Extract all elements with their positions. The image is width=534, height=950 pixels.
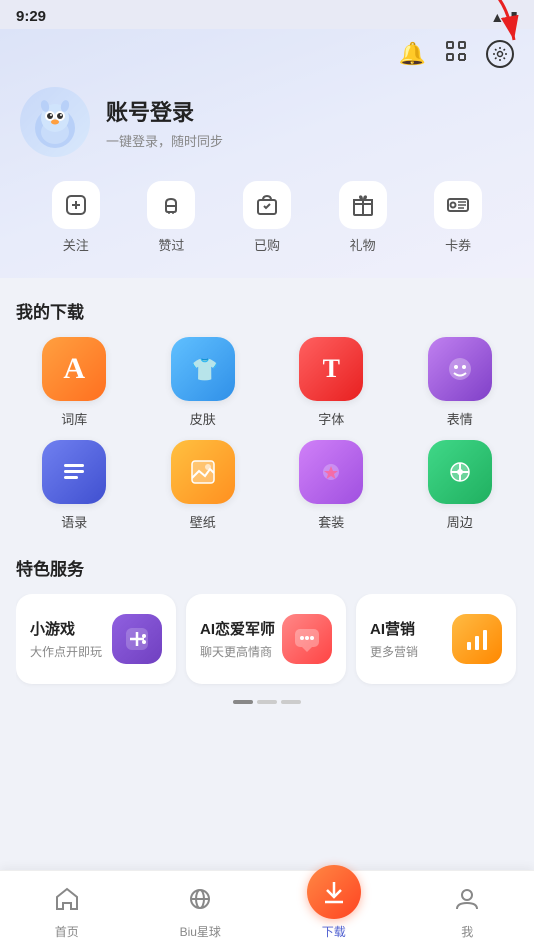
- download-center-icon: [307, 865, 361, 919]
- service-ai-love-title: AI恋爱军师: [200, 618, 275, 639]
- service-ai-marketing-text: AI营销 更多营销: [370, 618, 418, 660]
- header-actions: 🔔: [20, 39, 514, 69]
- nav-download[interactable]: 下载: [267, 881, 401, 940]
- downloads-grid: A 词库 👕 皮肤 T 字体: [16, 337, 518, 531]
- grid-item-zhoubian[interactable]: 周边: [402, 440, 519, 531]
- home-icon: [54, 886, 80, 919]
- profile-name: 账号登录: [106, 95, 223, 127]
- services-section: 特色服务 小游戏 大作点开即玩: [16, 555, 518, 704]
- taozhuang-icon: [299, 440, 363, 504]
- service-ai-love-text: AI恋爱军师 聊天更高情商: [200, 618, 275, 660]
- action-gift[interactable]: 礼物: [339, 181, 387, 254]
- grid-item-taozhuang[interactable]: 套装: [273, 440, 390, 531]
- service-ai-love[interactable]: AI恋爱军师 聊天更高情商: [186, 594, 346, 684]
- grid-item-pifu[interactable]: 👕 皮肤: [145, 337, 262, 428]
- yulu-label: 语录: [61, 512, 87, 531]
- grid-item-biaoqing[interactable]: 表情: [402, 337, 519, 428]
- header: 🔔: [0, 29, 534, 278]
- services-title: 特色服务: [16, 555, 518, 580]
- settings-icon[interactable]: [486, 40, 514, 68]
- biaoqing-icon: [428, 337, 492, 401]
- nav-biu-label: Biu星球: [180, 923, 221, 940]
- bizhi-label: 壁纸: [190, 512, 216, 531]
- scroll-dot-2: [257, 700, 277, 704]
- follow-icon-box: [52, 181, 100, 229]
- status-icons: ▲ ▮: [490, 8, 518, 25]
- service-game-sub: 大作点开即玩: [30, 643, 102, 660]
- bottom-nav: 首页 Biu星球 下载 我: [0, 870, 534, 950]
- taozhuang-label: 套装: [318, 512, 344, 531]
- pifu-label: 皮肤: [190, 409, 216, 428]
- biaoqing-label: 表情: [447, 409, 473, 428]
- nav-biu[interactable]: Biu星球: [134, 882, 268, 940]
- yulu-icon: [42, 440, 106, 504]
- service-ai-marketing[interactable]: AI营销 更多营销: [356, 594, 516, 684]
- scroll-dot-3: [281, 700, 301, 704]
- notification-icon[interactable]: 🔔: [399, 41, 426, 67]
- zhoubian-icon: [428, 440, 492, 504]
- service-ai-marketing-title: AI营销: [370, 618, 418, 639]
- ciku-label: 词库: [61, 409, 87, 428]
- downloads-title: 我的下载: [16, 298, 518, 323]
- biu-icon: [187, 886, 213, 919]
- service-game-text: 小游戏 大作点开即玩: [30, 618, 102, 660]
- avatar[interactable]: [20, 87, 90, 157]
- status-bar: 9:29 ▲ ▮: [0, 0, 534, 29]
- action-liked-label: 赞过: [158, 235, 184, 254]
- action-coupon-label: 卡券: [445, 235, 471, 254]
- scroll-dot-1: [233, 700, 253, 704]
- nav-home-label: 首页: [55, 923, 79, 940]
- services-row[interactable]: 小游戏 大作点开即玩 AI恋爱军师 聊天更高情商: [16, 594, 518, 692]
- pifu-icon: 👕: [171, 337, 235, 401]
- actions-row: 关注 赞过 已购: [20, 181, 514, 254]
- grid-item-yulu[interactable]: 语录: [16, 440, 133, 531]
- ziti-icon: T: [299, 337, 363, 401]
- action-purchased[interactable]: 已购: [243, 181, 291, 254]
- ziti-label: 字体: [318, 409, 344, 428]
- svg-text:👕: 👕: [191, 357, 218, 382]
- action-gift-label: 礼物: [350, 235, 376, 254]
- liked-icon-box: [147, 181, 195, 229]
- profile-icon: [454, 886, 480, 919]
- zhoubian-label: 周边: [447, 512, 473, 531]
- action-follow[interactable]: 关注: [52, 181, 100, 254]
- downloads-section: 我的下载 A 词库 👕 皮肤 T 字体: [16, 298, 518, 531]
- nav-profile[interactable]: 我: [401, 882, 534, 940]
- service-game[interactable]: 小游戏 大作点开即玩: [16, 594, 176, 684]
- service-game-icon: [112, 614, 162, 664]
- service-ai-marketing-icon: [452, 614, 502, 664]
- main-content: 我的下载 A 词库 👕 皮肤 T 字体: [0, 278, 534, 804]
- service-ai-marketing-sub: 更多营销: [370, 643, 418, 660]
- profile-info: 账号登录 一键登录，随时同步: [106, 95, 223, 150]
- profile-row: 账号登录 一键登录，随时同步: [20, 87, 514, 157]
- grid-item-ciku[interactable]: A 词库: [16, 337, 133, 428]
- grid-item-bizhi[interactable]: 壁纸: [145, 440, 262, 531]
- profile-sub: 一键登录，随时同步: [106, 131, 223, 150]
- gift-icon-box: [339, 181, 387, 229]
- service-ai-love-sub: 聊天更高情商: [200, 643, 275, 660]
- nav-download-label: 下载: [322, 923, 346, 940]
- nav-profile-label: 我: [461, 923, 473, 940]
- coupon-icon-box: [434, 181, 482, 229]
- purchased-icon-box: [243, 181, 291, 229]
- service-ai-love-icon: [282, 614, 332, 664]
- nav-home[interactable]: 首页: [0, 882, 134, 940]
- ciku-icon: A: [42, 337, 106, 401]
- action-purchased-label: 已购: [254, 235, 280, 254]
- settings-arrow-container: [486, 40, 514, 68]
- status-time: 9:29: [16, 8, 46, 25]
- action-follow-label: 关注: [63, 235, 89, 254]
- grid-item-ziti[interactable]: T 字体: [273, 337, 390, 428]
- service-game-title: 小游戏: [30, 618, 102, 639]
- wifi-icon: ▲: [490, 9, 504, 25]
- bizhi-icon: [171, 440, 235, 504]
- action-liked[interactable]: 赞过: [147, 181, 195, 254]
- battery-icon: ▮: [510, 8, 518, 25]
- action-coupon[interactable]: 卡券: [434, 181, 482, 254]
- scan-icon[interactable]: [444, 39, 468, 69]
